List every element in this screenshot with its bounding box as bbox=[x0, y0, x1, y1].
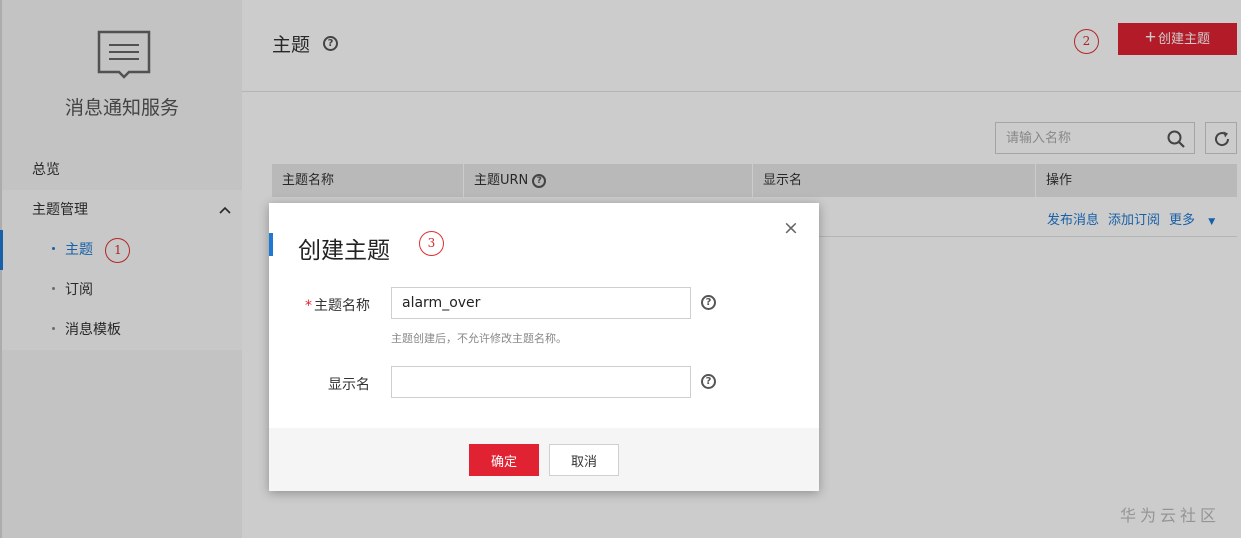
dialog-footer: 确定 取消 bbox=[269, 428, 819, 491]
confirm-button[interactable]: 确定 bbox=[469, 444, 539, 476]
topic-name-hint: 主题创建后，不允许修改主题名称。 bbox=[391, 332, 567, 345]
cancel-button[interactable]: 取消 bbox=[549, 444, 619, 476]
help-icon[interactable]: ? bbox=[701, 295, 716, 310]
title-accent-bar bbox=[269, 233, 273, 256]
topic-name-input[interactable] bbox=[391, 287, 691, 319]
display-name-input[interactable] bbox=[391, 366, 691, 398]
create-topic-dialog: 创建主题 3 × *主题名称 ? 主题创建后，不允许修改主题名称。 显示名 ? … bbox=[269, 203, 819, 491]
help-icon[interactable]: ? bbox=[701, 374, 716, 389]
required-marker: * bbox=[305, 298, 312, 314]
display-name-label: 显示名 bbox=[328, 377, 370, 393]
close-icon[interactable]: × bbox=[783, 217, 799, 239]
topic-name-label: * 主题名称 bbox=[270, 295, 370, 315]
step-marker-3: 3 bbox=[419, 231, 444, 256]
dialog-title: 创建主题 bbox=[298, 238, 390, 264]
topic-name-label-text: 主题名称 bbox=[314, 298, 370, 314]
